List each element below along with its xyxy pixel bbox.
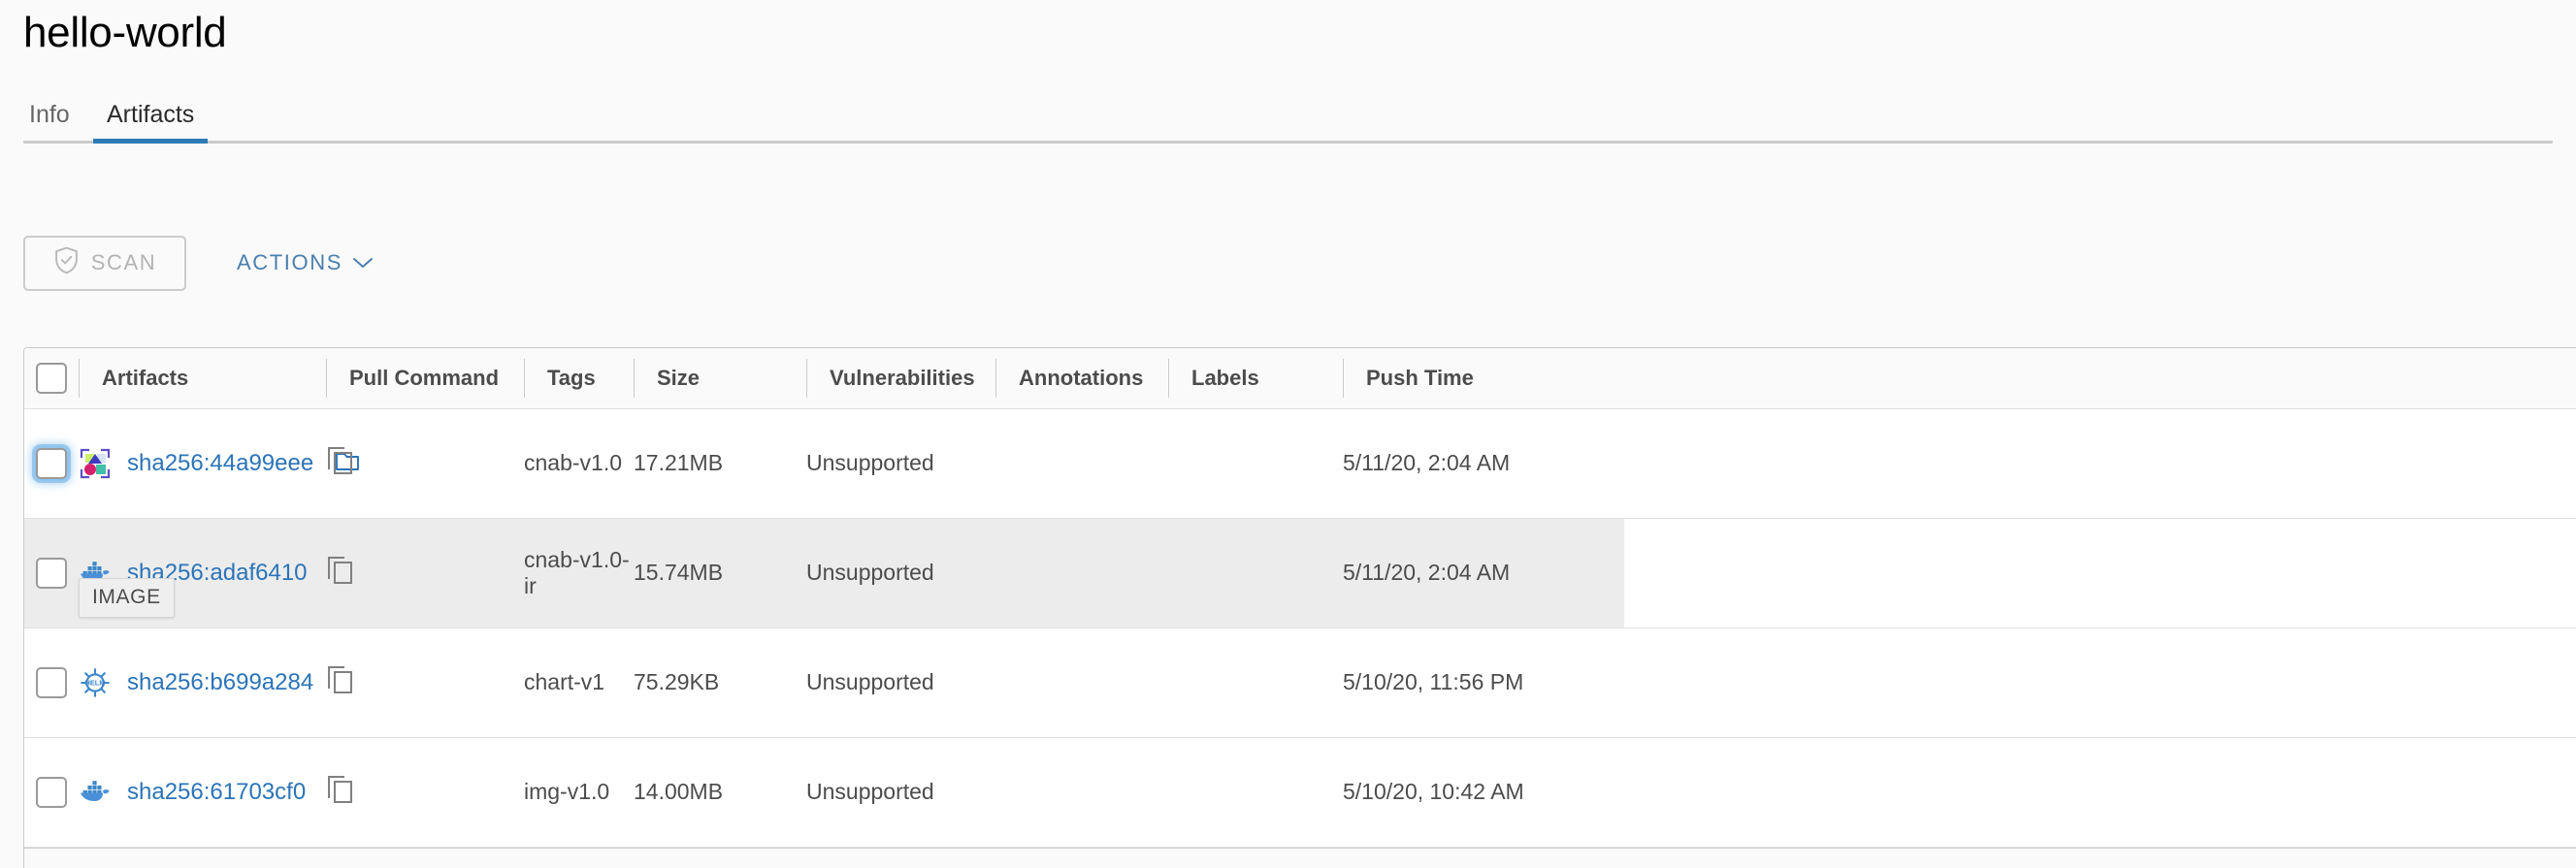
row-select-cell	[24, 627, 79, 737]
row-checkbox-wrap	[24, 666, 79, 698]
tab-artifacts[interactable]: Artifacts	[93, 89, 209, 144]
column-header-labels[interactable]: Labels	[1168, 348, 1343, 408]
tags-cell: chart-v1	[524, 669, 605, 694]
vulnerabilities-cell: Unsupported	[806, 779, 934, 804]
column-header-push-time[interactable]: Push Time	[1343, 348, 1624, 408]
table-header: Artifacts Pull Command Tags Size Vulnera…	[24, 348, 2576, 408]
row-select-cell	[24, 518, 79, 627]
row-checkbox-wrap	[24, 447, 79, 479]
annotations-cell	[995, 518, 1168, 627]
artifacts-table: Artifacts Pull Command Tags Size Vulnera…	[24, 348, 2576, 848]
annotations-cell	[995, 408, 1168, 518]
column-header-vulnerabilities[interactable]: Vulnerabilities	[806, 348, 995, 408]
labels-cell	[1168, 737, 1343, 847]
column-header-labels-label: Labels	[1191, 365, 1259, 390]
push-time-cell: 5/10/20, 11:56 PM	[1343, 669, 1524, 694]
artifact-cell: HELM sha256:b699a284	[79, 627, 326, 737]
vulnerabilities-cell: Unsupported	[806, 450, 934, 475]
table-row[interactable]: sha256:adaf6410 cnab-v1.0-ir 15.74MB Uns…	[24, 518, 2576, 627]
table-row[interactable]: sha256:61703cf0 img-v1.0 14.00MB Unsuppo…	[24, 737, 2576, 847]
row-checkbox-wrap	[24, 557, 79, 589]
select-all-checkbox-wrap	[24, 362, 79, 394]
row-checkbox[interactable]	[36, 666, 67, 698]
copy-icon[interactable]	[326, 555, 524, 592]
vulnerabilities-cell: Unsupported	[806, 560, 934, 585]
artifact-digest-link[interactable]: sha256:61703cf0	[127, 779, 306, 806]
pull-command-cell	[326, 518, 524, 627]
column-header-annotations[interactable]: Annotations	[995, 348, 1168, 408]
column-header-artifacts[interactable]: Artifacts	[79, 348, 326, 408]
row-checkbox[interactable]	[36, 557, 67, 589]
tags-cell: img-v1.0	[524, 779, 610, 804]
column-header-pull-command[interactable]: Pull Command	[326, 348, 524, 408]
column-header-tags[interactable]: Tags	[524, 348, 634, 408]
vulnerabilities-cell: Unsupported	[806, 669, 934, 694]
tab-bar-underline	[23, 141, 2553, 144]
column-header-pull-command-label: Pull Command	[349, 365, 500, 390]
labels-cell	[1168, 408, 1343, 518]
table-row[interactable]: HELM sha256:b699a284 chart-v1 75.29KB Un…	[24, 627, 2576, 737]
artifacts-page: hello-world Info Artifacts SCAN ACTIONS	[0, 0, 2576, 868]
row-checkbox[interactable]	[36, 776, 67, 808]
page-title: hello-world	[23, 9, 227, 56]
tab-bar: Info Artifacts	[23, 89, 2553, 144]
size-cell: 17.21MB	[634, 450, 724, 475]
tab-artifacts-label: Artifacts	[107, 101, 195, 128]
select-all-checkbox[interactable]	[36, 362, 67, 394]
shield-check-icon	[53, 246, 80, 280]
artifact-digest-link[interactable]: sha256:44a99eee	[127, 450, 313, 477]
table-row[interactable]: sha256:44a99eee cnab-v1.0 17.21MB Unsupp…	[24, 408, 2576, 518]
row-checkbox-wrap	[24, 776, 79, 808]
column-header-size-label: Size	[657, 365, 701, 390]
artifact-type-tooltip: IMAGE	[79, 578, 175, 618]
toolbar: SCAN ACTIONS	[23, 235, 377, 291]
tags-cell: cnab-v1.0-ir	[524, 546, 630, 598]
actions-button[interactable]: ACTIONS	[233, 242, 377, 283]
annotations-cell	[995, 627, 1168, 737]
scan-button-label: SCAN	[90, 250, 157, 274]
actions-button-label: ACTIONS	[237, 250, 342, 274]
cnab-bundle-icon	[79, 447, 112, 480]
column-header-push-time-label: Push Time	[1366, 365, 1474, 390]
push-time-cell: 5/10/20, 10:42 AM	[1343, 779, 1524, 804]
column-header-size[interactable]: Size	[634, 348, 806, 408]
row-checkbox[interactable]	[36, 447, 67, 479]
size-cell: 14.00MB	[634, 779, 724, 804]
table-body: sha256:44a99eee cnab-v1.0 17.21MB Unsupp…	[24, 408, 2576, 847]
artifact-digest-link[interactable]: sha256:b699a284	[127, 669, 313, 696]
copy-icon[interactable]	[326, 774, 524, 811]
helm-chart-icon: HELM	[79, 666, 112, 699]
chevron-down-icon	[352, 250, 374, 275]
select-all-header	[24, 348, 79, 408]
annotations-cell	[995, 737, 1168, 847]
pull-command-cell	[326, 627, 524, 737]
push-time-cell: 5/11/20, 2:04 AM	[1343, 560, 1511, 585]
pull-command-cell	[326, 737, 524, 847]
tab-info-label: Info	[29, 101, 70, 128]
docker-whale-icon	[79, 776, 112, 809]
copy-icon[interactable]	[326, 664, 524, 701]
scan-button[interactable]: SCAN	[23, 235, 186, 291]
size-cell: 75.29KB	[634, 669, 720, 694]
artifact-cell: sha256:44a99eee	[79, 408, 360, 518]
artifacts-table-container: Artifacts Pull Command Tags Size Vulnera…	[23, 347, 2576, 868]
column-header-annotations-label: Annotations	[1019, 365, 1144, 390]
tab-info[interactable]: Info	[16, 89, 83, 141]
column-header-artifacts-label: Artifacts	[102, 365, 189, 390]
column-header-vulnerabilities-label: Vulnerabilities	[830, 365, 975, 390]
labels-cell	[1168, 627, 1343, 737]
svg-text:HELM: HELM	[85, 678, 106, 687]
tags-cell: cnab-v1.0	[524, 450, 623, 475]
row-select-cell	[24, 737, 79, 847]
artifact-cell: sha256:61703cf0	[79, 737, 326, 847]
column-header-tags-label: Tags	[547, 365, 596, 390]
table-footer	[24, 847, 2576, 868]
push-time-cell: 5/11/20, 2:04 AM	[1343, 450, 1511, 475]
size-cell: 15.74MB	[634, 560, 724, 585]
table-header-row: Artifacts Pull Command Tags Size Vulnera…	[24, 348, 2576, 408]
labels-cell	[1168, 518, 1343, 627]
row-select-cell	[24, 408, 79, 518]
